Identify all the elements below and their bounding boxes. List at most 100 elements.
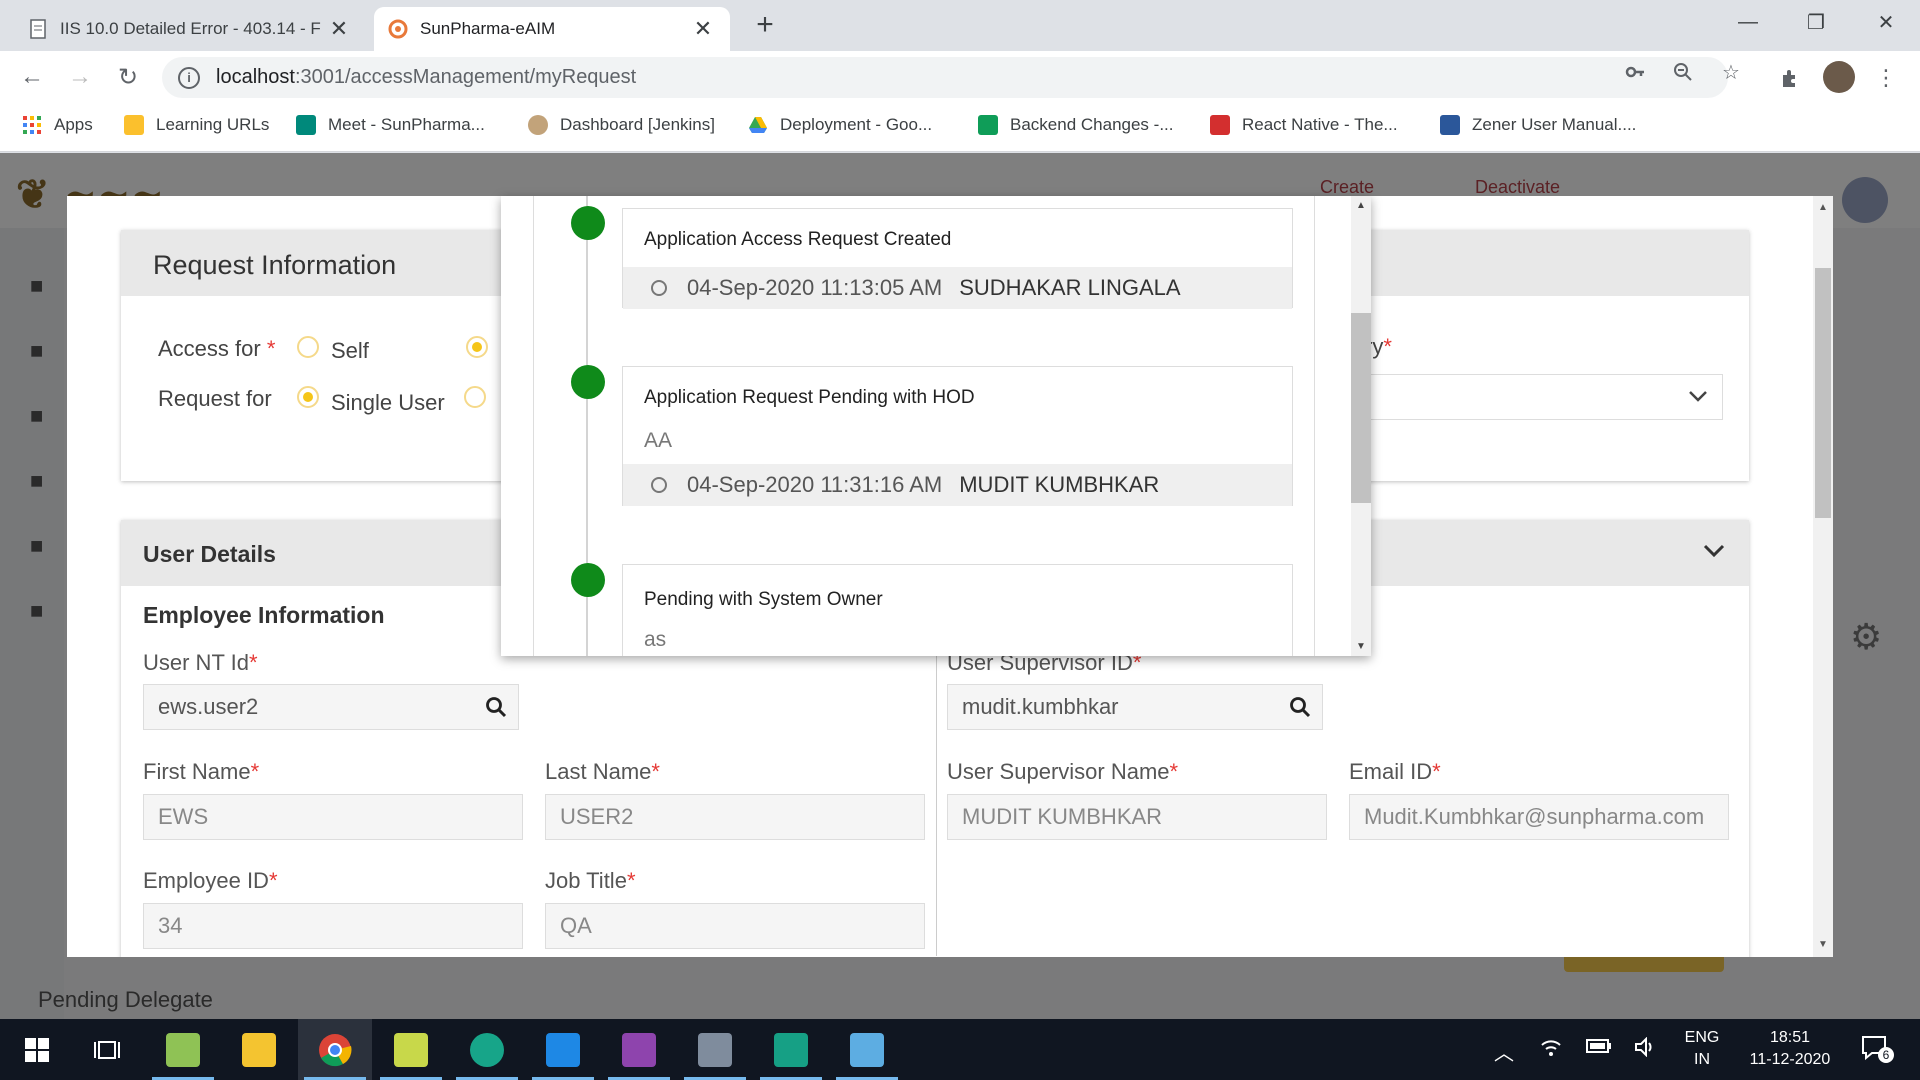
task-view-icon xyxy=(94,1040,120,1059)
extensions-icon[interactable] xyxy=(1776,64,1804,92)
employee-id-field[interactable]: 34 xyxy=(143,903,523,949)
site-info-icon[interactable]: i xyxy=(178,66,200,89)
tab-title: SunPharma-eAIM xyxy=(420,19,556,38)
email-id-field[interactable]: Mudit.Kumbhkar@sunpharma.com xyxy=(1349,794,1729,840)
bookmark-zener-manual[interactable]: Zener User Manual.... xyxy=(1440,115,1636,135)
timeline-event-user: MUDIT KUMBHKAR xyxy=(959,472,1160,497)
system-clock[interactable]: 18:51 11-12-2020 xyxy=(1735,1027,1845,1071)
folder-icon xyxy=(124,115,144,135)
key-icon[interactable] xyxy=(1622,59,1648,85)
tab-iis-error[interactable]: IIS 10.0 Detailed Error - 403.14 - F ✕ xyxy=(14,7,366,51)
taskbar-app-chrome[interactable] xyxy=(298,1019,372,1080)
user-supervisor-name-field[interactable]: MUDIT KUMBHKAR xyxy=(947,794,1327,840)
timeline-event-note: AA xyxy=(644,429,673,452)
timeline-status-dot xyxy=(571,206,605,240)
bookmark-jenkins[interactable]: Dashboard [Jenkins] xyxy=(528,115,715,135)
taskbar-app-sourcetree[interactable] xyxy=(754,1019,828,1080)
new-tab-icon[interactable]: + xyxy=(748,8,782,42)
user-supervisor-id-field[interactable]: mudit.kumbhkar xyxy=(947,684,1323,730)
menu-kebab-icon[interactable]: ⋮ xyxy=(1872,64,1900,92)
timeline-scrollbar[interactable]: ▲ ▼ xyxy=(1351,196,1371,656)
access-for-self-radio[interactable] xyxy=(297,336,319,358)
forward-icon[interactable]: → xyxy=(62,59,98,95)
scroll-up-arrow-icon[interactable]: ▲ xyxy=(1817,202,1829,214)
chevron-down-icon xyxy=(1689,391,1707,402)
zoom-icon[interactable] xyxy=(1670,59,1696,85)
notification-center-icon[interactable]: 6 xyxy=(1860,1033,1894,1069)
scrollbar-thumb[interactable] xyxy=(1815,268,1831,518)
bookmark-meet[interactable]: Meet - SunPharma... xyxy=(296,115,485,135)
taskbar-app-explorer[interactable] xyxy=(222,1019,296,1080)
profile-avatar[interactable] xyxy=(1823,61,1855,93)
first-name-label: First Name* xyxy=(143,759,259,785)
battery-icon[interactable] xyxy=(1586,1037,1612,1060)
required-mark: * xyxy=(651,759,660,784)
category-select[interactable] xyxy=(1365,374,1723,420)
bookmark-label: Apps xyxy=(54,115,93,134)
modal-scrollbar[interactable]: ▲ ▼ xyxy=(1813,196,1833,957)
taskbar-app-vscode[interactable] xyxy=(526,1019,600,1080)
task-view-button[interactable] xyxy=(70,1019,144,1080)
bookmark-apps[interactable]: Apps xyxy=(22,115,93,135)
wifi-icon[interactable] xyxy=(1540,1037,1562,1063)
url-path: :3001/accessManagement/myRequest xyxy=(294,66,637,88)
taskbar-app-tool[interactable] xyxy=(678,1019,752,1080)
user-nt-id-field[interactable]: ews.user2 xyxy=(143,684,519,730)
bookmark-label: Backend Changes -... xyxy=(1010,115,1174,134)
clock-icon xyxy=(651,477,667,493)
access-for-other-radio[interactable] xyxy=(466,336,488,358)
bookmark-label: Dashboard [Jenkins] xyxy=(560,115,715,134)
employee-information-title: Employee Information xyxy=(143,602,385,628)
scroll-down-arrow-icon[interactable]: ▼ xyxy=(1351,641,1371,652)
last-name-field[interactable]: USER2 xyxy=(545,794,925,840)
search-icon[interactable] xyxy=(1288,695,1312,719)
bookmark-star-icon[interactable]: ☆ xyxy=(1718,59,1744,85)
address-bar[interactable]: i localhost:3001/accessManagement/myRequ… xyxy=(162,57,1728,98)
scrollbar-thumb[interactable] xyxy=(1351,313,1371,503)
back-icon[interactable]: ← xyxy=(14,59,50,95)
show-hidden-icons-icon[interactable]: ︿ xyxy=(1494,1037,1514,1066)
reload-icon[interactable]: ↻ xyxy=(110,59,146,95)
volume-icon[interactable] xyxy=(1634,1036,1658,1063)
first-name-field[interactable]: EWS xyxy=(143,794,523,840)
bookmark-backend-changes[interactable]: Backend Changes -... xyxy=(978,115,1173,135)
close-tab-icon[interactable]: ✕ xyxy=(326,16,352,42)
notification-count-badge: 6 xyxy=(1878,1047,1894,1063)
taskbar-app-mail[interactable] xyxy=(450,1019,524,1080)
user-supervisor-name-label: User Supervisor Name* xyxy=(947,759,1178,785)
taskbar-app-remote-desktop[interactable] xyxy=(830,1019,904,1080)
restore-icon[interactable]: ❐ xyxy=(1788,0,1844,44)
bookmark-deployment[interactable]: Deployment - Goo... xyxy=(748,115,932,135)
required-mark: * xyxy=(1169,759,1179,784)
scroll-down-arrow-icon[interactable]: ▼ xyxy=(1817,939,1829,951)
close-window-icon[interactable]: ✕ xyxy=(1858,0,1914,44)
taskbar-app-visual-studio[interactable] xyxy=(602,1019,676,1080)
timeline-status-dot xyxy=(571,365,605,399)
request-for-single-user-radio[interactable] xyxy=(297,386,319,408)
tab-sunpharma-eaim[interactable]: SunPharma-eAIM ✕ xyxy=(374,7,730,51)
required-mark: * xyxy=(248,650,258,675)
job-title-field[interactable]: QA xyxy=(545,903,925,949)
bookmark-label: Deployment - Goo... xyxy=(780,115,933,134)
apps-grid-icon xyxy=(23,116,41,134)
scroll-up-arrow-icon[interactable]: ▲ xyxy=(1351,200,1371,211)
taskbar-app-notepad[interactable] xyxy=(146,1019,220,1080)
request-for-multiple-radio[interactable] xyxy=(464,386,486,408)
divider xyxy=(1314,196,1315,656)
required-mark: * xyxy=(1383,334,1392,359)
language-indicator[interactable]: ENG IN xyxy=(1680,1027,1724,1071)
taskbar-app-snipping[interactable] xyxy=(374,1019,448,1080)
start-button[interactable] xyxy=(0,1019,74,1080)
clock-icon xyxy=(651,280,667,296)
bookmark-react-native[interactable]: React Native - The... xyxy=(1210,115,1398,135)
windows-taskbar: ︿ ENG IN 18:51 11-12-2020 6 xyxy=(0,1019,1920,1080)
label-text: Job Title xyxy=(545,868,627,893)
bookmark-learning-urls[interactable]: Learning URLs xyxy=(124,115,269,135)
collapse-chevron-icon[interactable] xyxy=(1703,544,1725,558)
vscode-icon xyxy=(546,1032,580,1067)
close-tab-icon[interactable]: ✕ xyxy=(690,16,716,42)
email-id-label: Email ID* xyxy=(1349,759,1441,785)
minimize-icon[interactable]: — xyxy=(1720,0,1776,44)
label-text: User NT Id xyxy=(143,650,249,675)
search-icon[interactable] xyxy=(484,695,508,719)
